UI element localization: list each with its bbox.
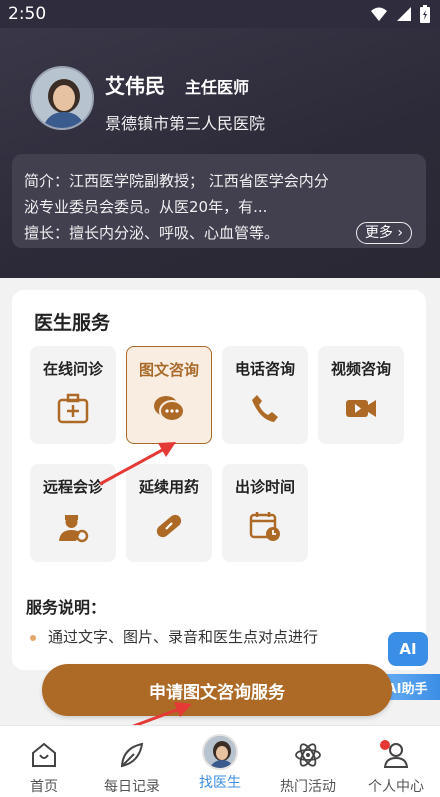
video-icon [346, 400, 376, 417]
service-clinic-hours[interactable]: 出诊时间 [222, 464, 308, 562]
ai-badge-icon[interactable]: AI [388, 632, 428, 666]
service-label: 远程会诊 [42, 478, 103, 496]
ai-helper-label: AI助手 [386, 681, 428, 697]
tab-label: 首页 [30, 779, 58, 795]
bullet-dot [30, 635, 36, 641]
service-remote-consult[interactable]: 远程会诊 [30, 464, 116, 562]
service-label: 在线问诊 [42, 360, 103, 378]
services-card: 医生服务 在线问诊 图文咨询 电话咨询 视频咨询 远程会诊 延续用药 出诊时间 … [12, 290, 426, 670]
service-note-item: 通过文字、图片、录音和医生点对点进行 [48, 628, 319, 646]
doctor-icon [59, 515, 89, 543]
battery-icon [420, 5, 430, 23]
intro-line-2: 泌专业委员会委员。从医20年，有... [24, 198, 268, 216]
user-icon [383, 743, 409, 768]
chat-bubble-icon [154, 396, 185, 422]
more-label: 更多 [364, 225, 393, 241]
atom-icon [295, 743, 321, 767]
tab-daily-records[interactable]: 每日记录 [88, 726, 176, 797]
doctor-avatar [202, 734, 238, 770]
status-time: 2:50 [8, 4, 47, 24]
service-label: 图文咨询 [138, 361, 199, 379]
status-bar: 2:50 [0, 0, 440, 28]
hospital-kit-icon [57, 393, 89, 424]
doctor-avatar [30, 66, 94, 130]
tab-label: 个人中心 [368, 779, 424, 795]
tab-find-doctor[interactable]: 找医生 [176, 726, 264, 797]
ai-badge-label: AI [399, 640, 417, 658]
intro-line-1: 简介：江西医学院副教授； 江西省医学会内分 [24, 172, 329, 190]
service-phone-consult[interactable]: 电话咨询 [222, 346, 308, 444]
apply-button-label: 申请图文咨询服务 [149, 682, 285, 703]
tab-label: 找医生 [199, 775, 241, 791]
doctor-header: 艾伟民 主任医师 景德镇市第三人民医院 简介：江西医学院副教授； 江西省医学会内… [0, 28, 440, 278]
home-icon [32, 742, 56, 767]
service-continue-meds[interactable]: 延续用药 [126, 464, 212, 562]
doctor-intro: 简介：江西医学院副教授； 江西省医学会内分 泌专业委员会委员。从医20年，有..… [12, 154, 426, 248]
pill-icon [156, 514, 182, 538]
signal-icon [397, 7, 411, 21]
leaf-pen-icon [120, 742, 144, 768]
service-notes-title: 服务说明： [26, 598, 107, 617]
doctor-title: 主任医师 [185, 78, 250, 97]
phone-icon [252, 395, 278, 422]
bottom-tab-bar: 首页 每日记录 找医生 热门活动 个人中心 [0, 725, 440, 797]
calendar-icon [249, 512, 280, 541]
service-label: 电话咨询 [234, 360, 295, 378]
service-text-consult[interactable]: 图文咨询 [126, 346, 212, 444]
status-icons [370, 5, 430, 23]
service-label: 延续用药 [138, 478, 199, 496]
doctor-name: 艾伟民 [105, 74, 165, 98]
tab-label: 每日记录 [104, 779, 160, 795]
service-label: 出诊时间 [234, 478, 295, 496]
service-online-consult[interactable]: 在线问诊 [30, 346, 116, 444]
tab-label: 热门活动 [280, 779, 336, 795]
apply-text-consult-button[interactable]: 申请图文咨询服务 [42, 664, 392, 716]
services-title: 医生服务 [34, 312, 111, 334]
wifi-icon [371, 7, 387, 21]
more-button[interactable]: 更多 › [355, 222, 412, 244]
service-label: 视频咨询 [330, 360, 391, 378]
doctor-hospital: 景德镇市第三人民医院 [105, 114, 266, 133]
chevron-right-icon: › [397, 225, 403, 241]
tab-home[interactable]: 首页 [0, 726, 88, 797]
tab-hot-activities[interactable]: 热门活动 [264, 726, 390, 797]
tab-personal-center[interactable]: 个人中心 [352, 726, 440, 797]
service-video-consult[interactable]: 视频咨询 [318, 346, 404, 444]
